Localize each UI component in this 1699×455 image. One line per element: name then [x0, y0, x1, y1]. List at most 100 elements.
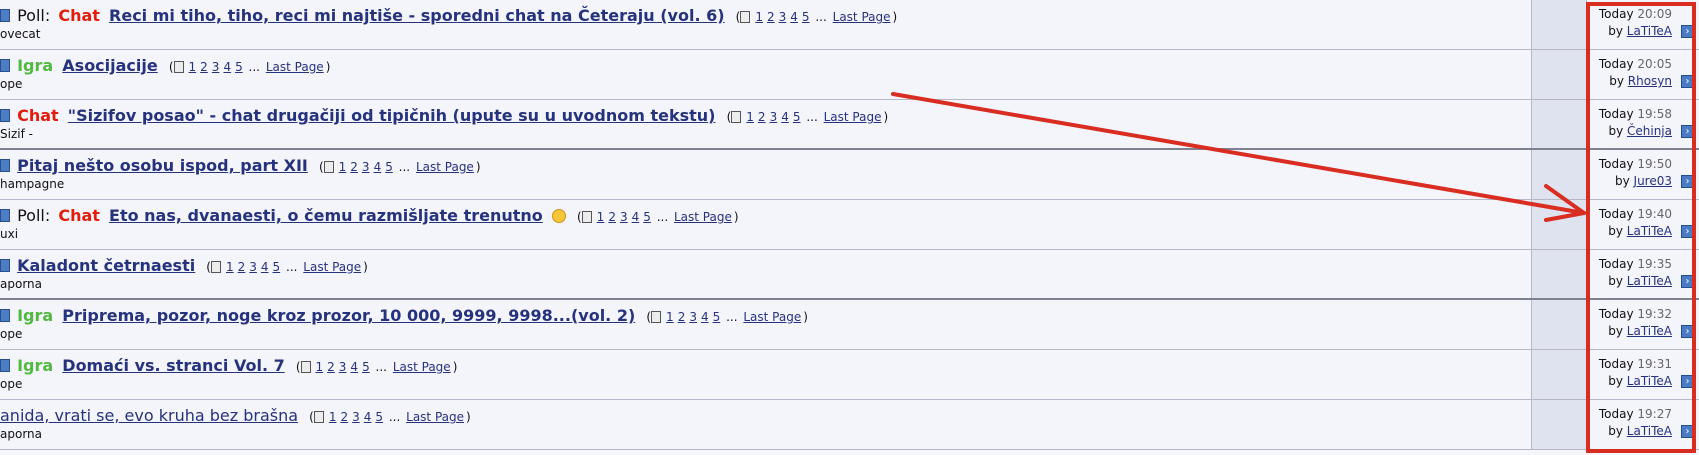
page-link[interactable]: 3: [339, 360, 347, 374]
page-link[interactable]: 3: [249, 260, 257, 274]
topic-cell: Igra Asocijacije (1 2 3 4 5 ... Last Page) o…: [0, 50, 1531, 99]
page-link[interactable]: 2: [340, 410, 348, 424]
last-page-link[interactable]: Last Page: [406, 410, 464, 424]
page-ellipsis: ...: [656, 210, 669, 224]
last-post-user-link[interactable]: LaTiTeA: [1627, 24, 1672, 38]
last-page-link[interactable]: Last Page: [743, 310, 801, 324]
page-link[interactable]: 4: [350, 360, 358, 374]
page-link[interactable]: 4: [261, 260, 269, 274]
last-page-link[interactable]: Last Page: [824, 110, 882, 124]
page-link[interactable]: 5: [385, 160, 393, 174]
time-label: 19:31: [1637, 357, 1672, 371]
page-link[interactable]: 1: [226, 260, 234, 274]
page-link[interactable]: 1: [189, 60, 197, 74]
by-label: by: [1608, 424, 1623, 438]
page-link[interactable]: 1: [329, 410, 337, 424]
page-link[interactable]: 5: [375, 410, 383, 424]
page-link[interactable]: 5: [362, 360, 370, 374]
page-link[interactable]: 2: [678, 310, 686, 324]
page-link[interactable]: 3: [352, 410, 360, 424]
page-link[interactable]: 1: [755, 10, 763, 24]
go-to-last-post-icon[interactable]: ›: [1681, 325, 1694, 338]
page-link[interactable]: 4: [223, 60, 231, 74]
page-link[interactable]: 1: [666, 310, 674, 324]
page-link[interactable]: 3: [212, 60, 220, 74]
topic-title-link[interactable]: Priprema, pozor, noge kroz prozor, 10 00…: [62, 306, 635, 325]
topic-row: Pitaj nešto osobu ispod, part XII (1 2 3 4 5…: [0, 150, 1699, 200]
last-post-user-link[interactable]: Rhosyn: [1628, 74, 1672, 88]
topic-title-link[interactable]: Pitaj nešto osobu ispod, part XII: [17, 156, 308, 175]
topic-title-link[interactable]: Kaladont četrnaesti: [17, 256, 195, 275]
page-link[interactable]: 5: [643, 210, 651, 224]
page-link[interactable]: 3: [689, 310, 697, 324]
today-label: Today: [1598, 7, 1634, 21]
page-link[interactable]: 2: [350, 160, 358, 174]
page-link[interactable]: 4: [781, 110, 789, 124]
time-label: 19:58: [1637, 107, 1672, 121]
last-page-link[interactable]: Last Page: [674, 210, 732, 224]
last-page-link[interactable]: Last Page: [393, 360, 451, 374]
page-link[interactable]: 4: [374, 160, 382, 174]
page-link[interactable]: 3: [779, 10, 787, 24]
go-to-last-post-icon[interactable]: ›: [1681, 425, 1694, 438]
last-page-link[interactable]: Last Page: [833, 10, 891, 24]
page-link[interactable]: 2: [200, 60, 208, 74]
last-page-link[interactable]: Last Page: [416, 160, 474, 174]
page-link[interactable]: 2: [758, 110, 766, 124]
page-ellipsis: ...: [815, 10, 827, 24]
topic-title-link[interactable]: Domaći vs. stranci Vol. 7: [62, 356, 284, 375]
poll-prefix: Poll:: [17, 6, 51, 25]
topic-title-link[interactable]: Asocijacije: [62, 56, 157, 75]
topic-title-link[interactable]: Eto nas, dvanaesti, o čemu razmišljate t…: [109, 206, 543, 225]
page-link[interactable]: 3: [620, 210, 628, 224]
today-label: Today: [1598, 257, 1634, 271]
topic-author: Sizif -: [0, 127, 33, 141]
last-post-user-link[interactable]: Čehinja: [1627, 124, 1672, 138]
page-link[interactable]: 3: [362, 160, 370, 174]
page-link[interactable]: 5: [802, 10, 810, 24]
topic-row: Igra Asocijacije (1 2 3 4 5 ... Last Page) o…: [0, 50, 1699, 100]
page-link[interactable]: 4: [364, 410, 372, 424]
go-to-last-post-icon[interactable]: ›: [1681, 375, 1694, 388]
last-post-user-link[interactable]: LaTiTeA: [1627, 274, 1672, 288]
page-link[interactable]: 5: [713, 310, 721, 324]
last-page-link[interactable]: Last Page: [303, 260, 361, 274]
topic-title-line: Igra Asocijacije (1 2 3 4 5 ... Last Page): [0, 55, 330, 78]
last-post-user-link[interactable]: LaTiTeA: [1627, 424, 1672, 438]
page-link[interactable]: 2: [767, 10, 775, 24]
go-to-last-post-icon[interactable]: ›: [1681, 25, 1694, 38]
last-post-user-link[interactable]: LaTiTeA: [1627, 374, 1672, 388]
go-to-last-post-icon[interactable]: ›: [1681, 175, 1694, 188]
page-link[interactable]: 5: [273, 260, 281, 274]
go-to-last-post-icon[interactable]: ›: [1681, 225, 1694, 238]
go-to-last-post-icon[interactable]: ›: [1681, 125, 1694, 138]
last-post-time: Today 19:58: [1599, 107, 1672, 121]
page-link[interactable]: 2: [238, 260, 246, 274]
page-link[interactable]: 1: [339, 160, 347, 174]
by-label: by: [1614, 174, 1630, 188]
go-to-last-post-icon[interactable]: ›: [1681, 275, 1694, 288]
page-link[interactable]: 1: [316, 360, 324, 374]
page-link[interactable]: 4: [701, 310, 709, 324]
today-label: Today: [1598, 57, 1634, 71]
page-link[interactable]: 1: [746, 110, 754, 124]
page-link[interactable]: 5: [235, 60, 243, 74]
go-to-last-post-icon[interactable]: ›: [1681, 75, 1694, 88]
page-link[interactable]: 4: [632, 210, 640, 224]
last-post-by: by LaTiTeA: [1608, 274, 1672, 288]
page-link[interactable]: 2: [327, 360, 335, 374]
page-link[interactable]: 2: [608, 210, 616, 224]
page-link[interactable]: 3: [770, 110, 778, 124]
topic-title-link[interactable]: anida, vrati se, evo kruha bez brašna: [0, 406, 298, 425]
topic-title-link[interactable]: Reci mi tiho, tiho, reci mi najtiše - sp…: [109, 6, 725, 25]
page-link[interactable]: 5: [793, 110, 801, 124]
page-link[interactable]: 1: [597, 210, 605, 224]
last-post-user-link[interactable]: LaTiTeA: [1627, 224, 1672, 238]
topic-row: Igra Priprema, pozor, noge kroz prozor, …: [0, 300, 1699, 350]
last-post-user-link[interactable]: Jure03: [1634, 174, 1672, 188]
topic-title-link[interactable]: "Sizifov posao" - chat drugačiji od tipi…: [68, 106, 716, 125]
last-post-user-link[interactable]: LaTiTeA: [1627, 324, 1672, 338]
page-link[interactable]: 4: [790, 10, 798, 24]
last-page-link[interactable]: Last Page: [266, 60, 324, 74]
topic-stats-cell: [1531, 300, 1586, 349]
